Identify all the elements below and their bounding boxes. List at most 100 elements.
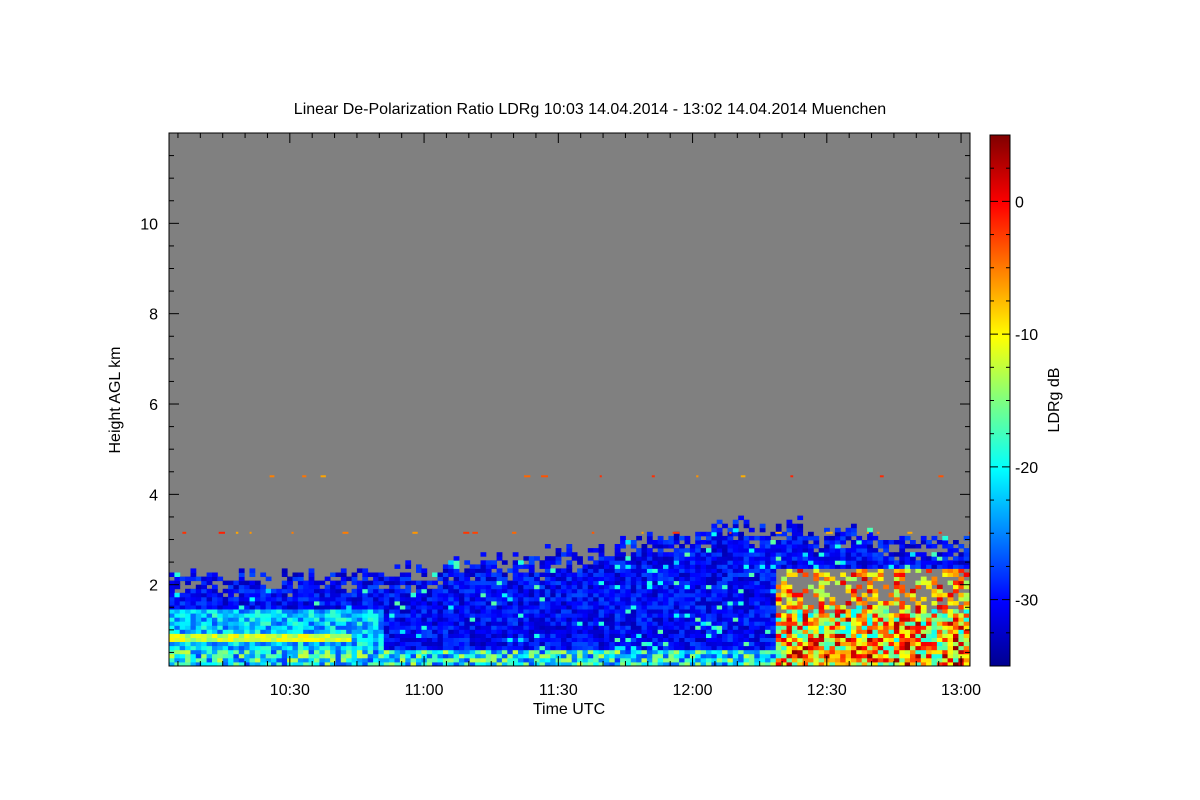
heatmap-cell <box>931 633 938 638</box>
heatmap-cell <box>389 609 395 614</box>
heatmap-cell <box>947 609 954 614</box>
heatmap-cell <box>867 625 873 630</box>
heatmap-cell <box>593 645 599 651</box>
heatmap-cell <box>877 621 884 626</box>
heatmap-cell <box>706 560 712 565</box>
heatmap-cell <box>765 584 771 590</box>
heatmap-cell <box>276 641 283 647</box>
heatmap-cell <box>625 645 632 651</box>
heatmap-cell <box>416 649 422 655</box>
heatmap-cell <box>808 560 814 565</box>
heatmap-cell <box>797 531 804 537</box>
heatmap-cell <box>550 556 557 561</box>
heatmap-cell <box>963 613 970 618</box>
heatmap-cell <box>367 645 374 651</box>
heatmap-cell <box>340 572 347 577</box>
heatmap-cell <box>818 641 825 647</box>
heatmap-cell <box>856 540 863 545</box>
heatmap-cell <box>614 568 621 573</box>
heatmap-cell <box>695 613 701 618</box>
heatmap-cell <box>614 613 621 618</box>
heatmap-cell <box>646 540 653 545</box>
heatmap-cell <box>899 548 906 553</box>
heatmap-cell <box>426 633 433 638</box>
heatmap-cell <box>861 564 868 569</box>
heatmap-cell <box>378 580 385 586</box>
heatmap-cell <box>791 601 798 606</box>
heatmap-cell <box>437 629 444 634</box>
heatmap-cell <box>808 649 814 655</box>
heatmap-cell <box>695 637 701 642</box>
heatmap-cell <box>201 637 207 642</box>
heatmap-cell <box>389 633 395 638</box>
heatmap-cell <box>512 588 519 594</box>
heatmap-cell <box>700 576 707 582</box>
heatmap-cell <box>834 531 841 537</box>
heatmap-cell <box>926 637 932 642</box>
heatmap-cell <box>867 649 873 655</box>
heatmap-cell <box>271 588 277 594</box>
heatmap-cell <box>485 641 492 647</box>
heatmap-cell <box>926 633 932 638</box>
heatmap-cell <box>405 580 412 586</box>
heatmap-cell <box>233 596 240 602</box>
heatmap-cell <box>668 657 675 663</box>
heatmap-cell <box>797 564 804 569</box>
heatmap-cell <box>636 580 642 586</box>
heatmap-cell <box>340 653 347 659</box>
heatmap-cell <box>797 605 804 610</box>
heatmap-cell <box>609 613 616 618</box>
heatmap-cell <box>668 653 675 659</box>
heatmap-cell <box>539 641 546 647</box>
heatmap-cell <box>711 633 718 638</box>
heatmap-cell <box>609 625 616 630</box>
heatmap-cell <box>281 657 288 663</box>
heatmap-cell <box>808 548 814 553</box>
heatmap-cell <box>507 617 514 622</box>
heatmap-cell <box>824 633 830 638</box>
heatmap-cell <box>598 609 605 614</box>
ldr-figure: Linear De-Polarization Ratio LDRg 10:03 … <box>107 101 1063 718</box>
heatmap-cell <box>566 613 573 618</box>
heatmap-cell <box>507 629 514 634</box>
heatmap-cell <box>770 657 777 663</box>
heatmap-cell <box>383 613 390 618</box>
heatmap-cell <box>818 617 825 622</box>
heatmap-cell <box>775 531 782 534</box>
heatmap-cell <box>700 552 707 557</box>
heatmap-cell <box>668 641 675 647</box>
heatmap-cell <box>953 633 959 638</box>
heatmap-cell <box>738 568 744 573</box>
heatmap-cell <box>330 629 336 634</box>
heatmap-cell <box>523 645 530 651</box>
heatmap-cell <box>818 645 825 651</box>
heatmap-cell <box>448 637 454 642</box>
heatmap-cell <box>399 633 406 638</box>
heatmap-cell <box>663 564 669 569</box>
heatmap-cell <box>394 621 401 626</box>
heatmap-cell <box>786 601 793 606</box>
heatmap-cell <box>281 568 288 573</box>
heatmap-cell <box>953 548 959 553</box>
heatmap-cell <box>453 580 460 586</box>
heatmap-cell <box>856 552 863 557</box>
heatmap-cell <box>915 609 922 614</box>
heatmap-cell <box>910 645 916 651</box>
heatmap-cell <box>791 613 798 618</box>
heatmap-cell <box>931 535 938 541</box>
heatmap-cell <box>174 625 181 630</box>
heatmap-cell <box>673 649 680 655</box>
heatmap-cell <box>475 596 481 602</box>
heatmap-cell <box>228 629 234 634</box>
heatmap-cell <box>480 629 487 634</box>
heatmap-cell <box>507 633 514 638</box>
heatmap-cell <box>190 601 197 606</box>
heatmap-cell <box>212 657 218 663</box>
heatmap-cell <box>765 572 771 577</box>
heatmap-cell <box>228 645 234 651</box>
heatmap-cell <box>926 653 932 659</box>
heatmap-cell <box>593 548 599 553</box>
heatmap-cell <box>212 596 218 602</box>
heatmap-cell <box>636 641 642 647</box>
heatmap-cell <box>770 588 777 594</box>
